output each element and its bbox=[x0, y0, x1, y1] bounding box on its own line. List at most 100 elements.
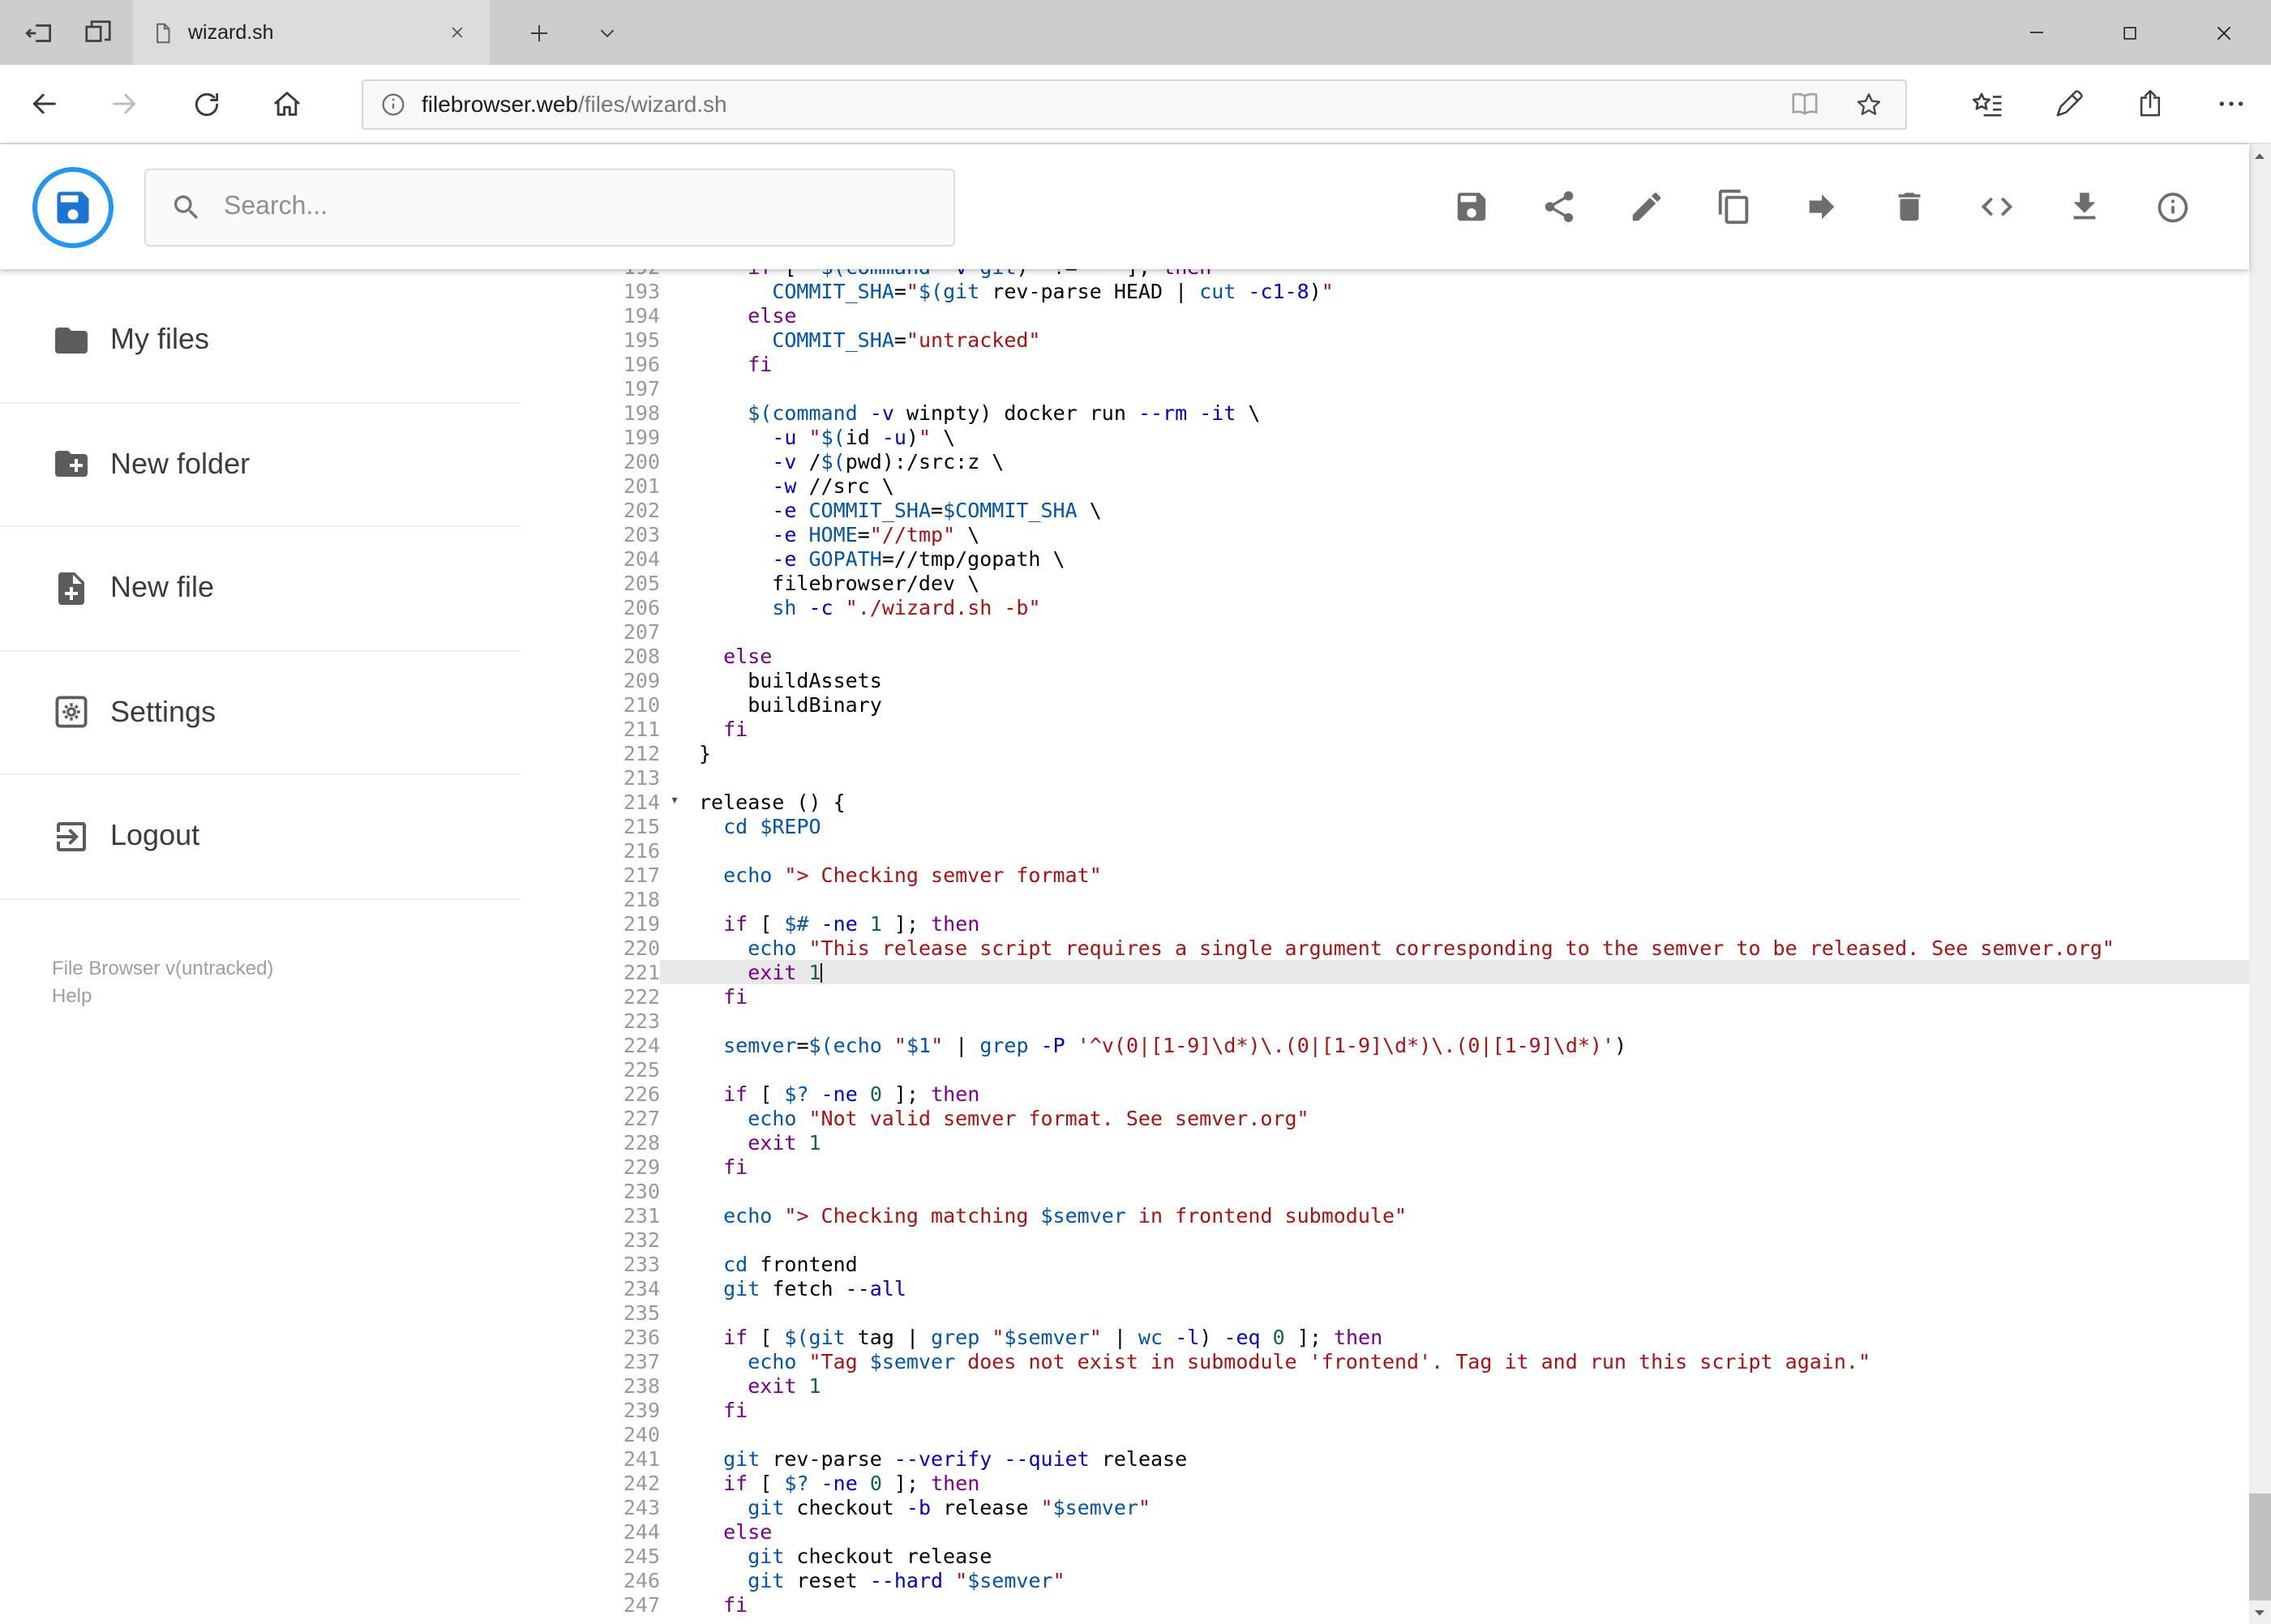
code-line-197[interactable]: 197 bbox=[521, 376, 2248, 401]
code-line-221[interactable]: 221 exit 1 bbox=[521, 960, 2248, 984]
code-line-236[interactable]: 236 if [ $(git tag | grep "$semver" | wc… bbox=[521, 1325, 2248, 1349]
sidebar-item-new-folder[interactable]: New folder bbox=[0, 403, 521, 527]
code-line-225[interactable]: 225 bbox=[521, 1057, 2248, 1082]
code-line-224[interactable]: 224 semver=$(echo "$1" | grep -P '^v(0|[… bbox=[521, 1033, 2248, 1057]
forward-button[interactable] bbox=[84, 68, 165, 139]
code-line-238[interactable]: 238 exit 1 bbox=[521, 1373, 2248, 1398]
search-input[interactable] bbox=[224, 192, 929, 221]
copy-button[interactable] bbox=[1690, 163, 1778, 251]
code-line-199[interactable]: 199 -u "$(id -u)" \ bbox=[521, 425, 2248, 449]
code-line-220[interactable]: 220 echo "This release script requires a… bbox=[521, 936, 2248, 960]
more-options-button[interactable] bbox=[2190, 68, 2271, 139]
home-button[interactable] bbox=[246, 68, 328, 139]
scrollbar-thumb[interactable] bbox=[2248, 1493, 2271, 1600]
code-line-223[interactable]: 223 bbox=[521, 1009, 2248, 1033]
code-line-202[interactable]: 202 -e COMMIT_SHA=$COMMIT_SHA \ bbox=[521, 498, 2248, 522]
code-line-240[interactable]: 240 bbox=[521, 1422, 2248, 1446]
code-line-213[interactable]: 213 bbox=[521, 765, 2248, 790]
download-button[interactable] bbox=[2041, 163, 2128, 251]
code-line-245[interactable]: 245 git checkout release bbox=[521, 1544, 2248, 1568]
minimize-button[interactable] bbox=[1989, 0, 2083, 65]
code-line-241[interactable]: 241 git rev-parse --verify --quiet relea… bbox=[521, 1446, 2248, 1471]
set-tabs-aside-button[interactable] bbox=[10, 0, 68, 65]
tabs-set-aside-button[interactable] bbox=[68, 0, 126, 65]
show-tab-previews-button[interactable] bbox=[574, 0, 639, 65]
code-line-242[interactable]: 242 if [ $? -ne 0 ]; then bbox=[521, 1471, 2248, 1495]
back-button[interactable] bbox=[3, 68, 84, 139]
close-window-button[interactable] bbox=[2177, 0, 2271, 65]
code-line-218[interactable]: 218 bbox=[521, 887, 2248, 911]
code-line-230[interactable]: 230 bbox=[521, 1179, 2248, 1203]
code-line-233[interactable]: 233 cd frontend bbox=[521, 1252, 2248, 1276]
source-code-button[interactable] bbox=[1953, 163, 2041, 251]
fold-marker-icon[interactable]: ▾ bbox=[660, 790, 689, 814]
code-line-239[interactable]: 239 fi bbox=[521, 1398, 2248, 1422]
code-line-234[interactable]: 234 git fetch --all bbox=[521, 1276, 2248, 1300]
search-box[interactable] bbox=[144, 168, 955, 246]
move-button[interactable] bbox=[1778, 163, 1866, 251]
code-line-243[interactable]: 243 git checkout -b release "$semver" bbox=[521, 1495, 2248, 1519]
code-line-219[interactable]: 219 if [ $# -ne 1 ]; then bbox=[521, 911, 2248, 936]
help-link[interactable]: Help bbox=[52, 982, 521, 1009]
web-notes-button[interactable] bbox=[2028, 68, 2109, 139]
save-button[interactable] bbox=[1428, 163, 1515, 251]
code-line-201[interactable]: 201 -w //src \ bbox=[521, 473, 2248, 498]
code-line-204[interactable]: 204 -e GOPATH=//tmp/gopath \ bbox=[521, 546, 2248, 571]
refresh-button[interactable] bbox=[165, 68, 246, 139]
site-info-button[interactable] bbox=[379, 90, 407, 118]
code-line-226[interactable]: 226 if [ $? -ne 0 ]; then bbox=[521, 1082, 2248, 1106]
tab-close-button[interactable] bbox=[439, 15, 475, 50]
code-line-195[interactable]: 195 COMMIT_SHA="untracked" bbox=[521, 328, 2248, 352]
code-line-210[interactable]: 210 buildBinary bbox=[521, 692, 2248, 717]
code-line-228[interactable]: 228 exit 1 bbox=[521, 1130, 2248, 1155]
code-line-237[interactable]: 237 echo "Tag $semver does not exist in … bbox=[521, 1349, 2248, 1373]
code-line-192[interactable]: 192 if [ "$(command -v git)" != "" ]; th… bbox=[521, 269, 2248, 279]
sidebar-item-settings[interactable]: Settings bbox=[0, 651, 521, 775]
code-line-200[interactable]: 200 -v /$(pwd):/src:z \ bbox=[521, 449, 2248, 473]
code-line-246[interactable]: 246 git reset --hard "$semver" bbox=[521, 1568, 2248, 1592]
scroll-up-button[interactable] bbox=[2248, 144, 2271, 169]
code-line-211[interactable]: 211 fi bbox=[521, 717, 2248, 741]
share-button[interactable] bbox=[2109, 68, 2190, 139]
code-line-212[interactable]: 212} bbox=[521, 741, 2248, 765]
code-line-209[interactable]: 209 buildAssets bbox=[521, 668, 2248, 692]
code-line-194[interactable]: 194 else bbox=[521, 303, 2248, 328]
code-line-193[interactable]: 193 COMMIT_SHA="$(git rev-parse HEAD | c… bbox=[521, 279, 2248, 303]
favorite-star-button[interactable] bbox=[1849, 84, 1888, 123]
code-line-229[interactable]: 229 fi bbox=[521, 1155, 2248, 1179]
code-line-227[interactable]: 227 echo "Not valid semver format. See s… bbox=[521, 1106, 2248, 1130]
code-line-235[interactable]: 235 bbox=[521, 1300, 2248, 1325]
vertical-scrollbar[interactable] bbox=[2248, 144, 2271, 1624]
code-line-208[interactable]: 208 else bbox=[521, 644, 2248, 668]
code-line-232[interactable]: 232 bbox=[521, 1228, 2248, 1252]
file-share-button[interactable] bbox=[1515, 163, 1603, 251]
new-tab-button[interactable] bbox=[503, 0, 574, 65]
code-line-206[interactable]: 206 sh -c "./wizard.sh -b" bbox=[521, 595, 2248, 619]
code-line-222[interactable]: 222 fi bbox=[521, 984, 2248, 1009]
code-line-244[interactable]: 244 else bbox=[521, 1519, 2248, 1544]
favorites-hub-button[interactable] bbox=[1947, 68, 2028, 139]
code-line-198[interactable]: 198 $(command -v winpty) docker run --rm… bbox=[521, 401, 2248, 425]
scroll-down-button[interactable] bbox=[2248, 1600, 2271, 1624]
code-line-207[interactable]: 207 bbox=[521, 619, 2248, 644]
tab-wizard-sh[interactable]: wizard.sh bbox=[133, 0, 490, 65]
code-line-215[interactable]: 215 cd $REPO bbox=[521, 814, 2248, 838]
code-editor[interactable]: 192 if [ "$(command -v git)" != "" ]; th… bbox=[521, 269, 2248, 1624]
sidebar-item-my-files[interactable]: My files bbox=[0, 279, 521, 403]
code-line-196[interactable]: 196 fi bbox=[521, 352, 2248, 376]
code-line-247[interactable]: 247 fi bbox=[521, 1592, 2248, 1617]
delete-button[interactable] bbox=[1866, 163, 1953, 251]
sidebar-item-new-file[interactable]: New file bbox=[0, 527, 521, 651]
maximize-button[interactable] bbox=[2083, 0, 2177, 65]
code-line-214[interactable]: 214 ▾ release () { bbox=[521, 790, 2248, 814]
rename-button[interactable] bbox=[1603, 163, 1690, 251]
code-line-216[interactable]: 216 bbox=[521, 838, 2248, 863]
info-button[interactable] bbox=[2128, 163, 2216, 251]
reading-view-button[interactable] bbox=[1785, 84, 1823, 123]
sidebar-item-logout[interactable]: Logout bbox=[0, 775, 521, 899]
code-line-231[interactable]: 231 echo "> Checking matching $semver in… bbox=[521, 1203, 2248, 1228]
app-logo[interactable] bbox=[32, 166, 114, 247]
code-line-203[interactable]: 203 -e HOME="//tmp" \ bbox=[521, 522, 2248, 546]
code-line-205[interactable]: 205 filebrowser/dev \ bbox=[521, 571, 2248, 595]
code-line-217[interactable]: 217 echo "> Checking semver format" bbox=[521, 863, 2248, 887]
